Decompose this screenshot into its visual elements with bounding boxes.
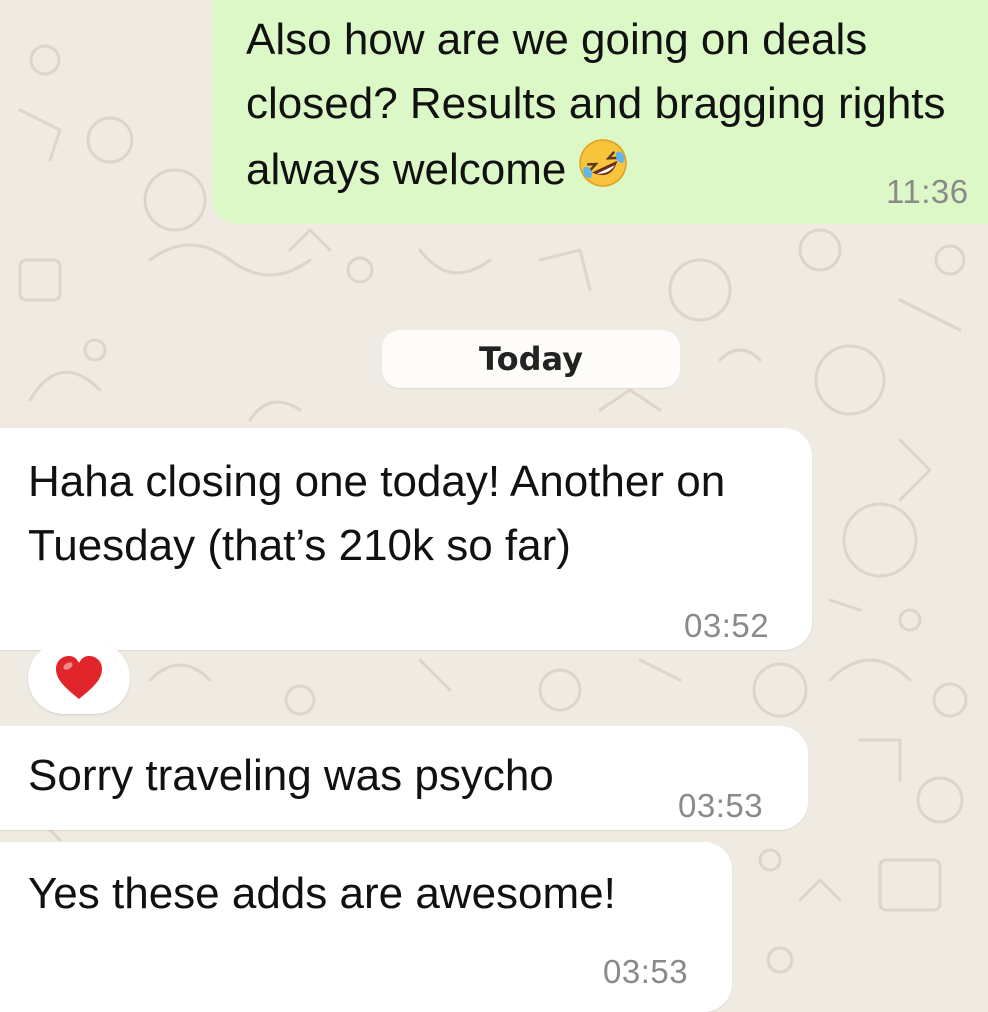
- rolling-on-the-floor-laughing-emoji-icon: [579, 139, 628, 187]
- message-timestamp: 11:36: [886, 173, 969, 210]
- message-text: Also how are we going on deals closed? R…: [246, 15, 946, 194]
- date-divider: Today: [382, 330, 680, 388]
- message-text: Haha closing one today! Another on Tuesd…: [28, 457, 726, 570]
- message-reaction[interactable]: [28, 642, 130, 714]
- incoming-message[interactable]: Sorry traveling was psycho 03:53: [0, 726, 808, 830]
- red-heart-icon: [56, 656, 102, 699]
- message-timestamp: 03:53: [678, 787, 764, 824]
- incoming-message[interactable]: Haha closing one today! Another on Tuesd…: [0, 428, 812, 650]
- message-text: Yes these adds are awesome!: [28, 869, 616, 918]
- message-timestamp: 03:53: [603, 953, 689, 990]
- incoming-message[interactable]: Yes these adds are awesome! 03:53: [0, 842, 732, 1012]
- outgoing-message[interactable]: Also how are we going on deals closed? R…: [212, 0, 988, 224]
- message-timestamp: 03:52: [684, 607, 770, 644]
- message-text: Sorry traveling was psycho: [28, 751, 554, 800]
